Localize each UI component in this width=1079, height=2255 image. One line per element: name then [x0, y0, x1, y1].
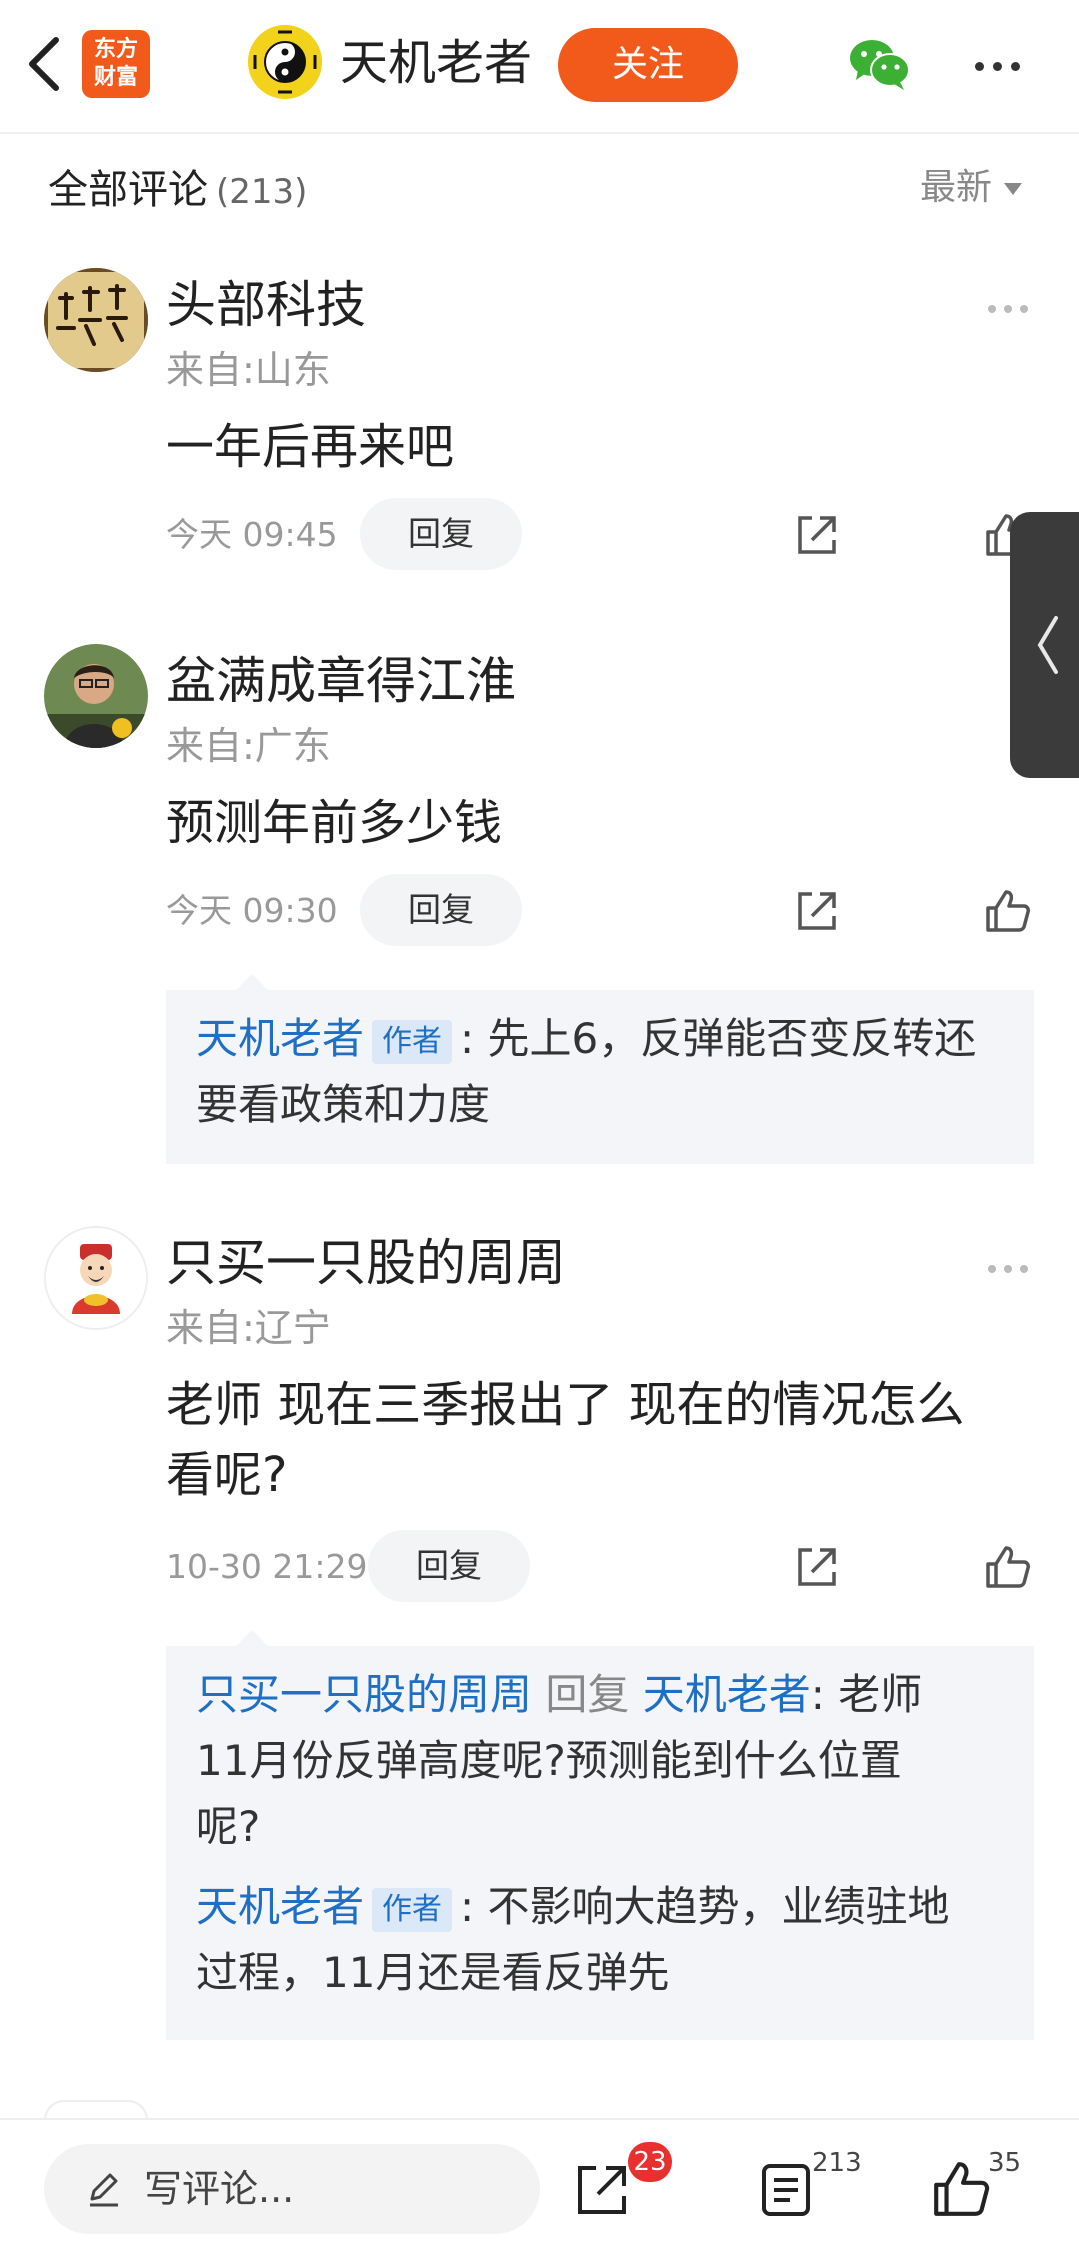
- author-avatar[interactable]: [248, 25, 322, 99]
- comment-more-icon[interactable]: [988, 1258, 1036, 1277]
- comment-author-name[interactable]: 只买一只股的周周: [166, 1230, 566, 1296]
- sort-label: 最新: [920, 167, 993, 208]
- reply-target-name[interactable]: 天机老者: [643, 1670, 811, 1719]
- comment-location: 来自:广东: [166, 724, 331, 768]
- fortune-god-avatar-image: [46, 1228, 146, 1328]
- pen-icon: [90, 2173, 118, 2207]
- chevron-left-icon: [1037, 616, 1058, 674]
- share-icon[interactable]: [792, 886, 842, 936]
- bottom-action-bar: 写评论... 23 213 35: [0, 2118, 1079, 2255]
- reply-thread: 只买一只股的周周 回复 天机老者: 老师 11月份反弹高度呢?预测能到什么位置 …: [166, 1630, 1034, 2040]
- reply-text-cont: 过程，11月还是看反弹先: [196, 1948, 670, 1997]
- share-count-badge: 23: [628, 2142, 672, 2182]
- all-comments-title: 全部评论 (213): [48, 162, 307, 220]
- reply-colon: :: [460, 1014, 488, 1063]
- reply-text-cont: 要看政策和力度: [196, 1080, 491, 1129]
- all-comments-label: 全部评论: [48, 167, 208, 213]
- avatar[interactable]: [44, 1226, 148, 1330]
- wechat-share-icon[interactable]: [848, 36, 912, 92]
- share-icon[interactable]: [572, 2160, 632, 2220]
- reply-text-line3: 呢?: [196, 1802, 261, 1851]
- comment-text-line1: 老师 现在三季报出了 现在的情况怎么: [166, 1377, 965, 1433]
- reply-button[interactable]: 回复: [368, 1530, 530, 1602]
- comment-time: 今天 09:30: [166, 891, 338, 930]
- reply-text: 先上6，反弹能否变反转还: [487, 1014, 977, 1063]
- comment-text: 一年后再来吧: [166, 419, 455, 475]
- author-tag-badge: 作者: [372, 1887, 453, 1932]
- like-icon[interactable]: [982, 1542, 1032, 1592]
- comment-count: (213): [216, 172, 308, 212]
- app-logo[interactable]: 东方 财富: [82, 30, 150, 98]
- top-header: 东方 财富 天机老者 关注: [0, 0, 1079, 134]
- triangle-down-icon: [1004, 183, 1023, 195]
- like-icon[interactable]: [930, 2158, 992, 2220]
- author-tag-badge: 作者: [372, 1019, 453, 1064]
- comment-text: 老师 现在三季报出了 现在的情况怎么 看呢?: [166, 1370, 1036, 1510]
- avatar[interactable]: [44, 268, 148, 372]
- reply-author-name[interactable]: 只买一只股的周周: [196, 1670, 532, 1719]
- reply-author-name[interactable]: 天机老者: [196, 1014, 364, 1063]
- like-icon[interactable]: [982, 886, 1032, 936]
- yin-yang-icon: [248, 25, 322, 99]
- share-icon[interactable]: [792, 1542, 842, 1592]
- app-logo-text: 东方 财富: [93, 37, 138, 90]
- more-options-icon[interactable]: [975, 56, 1031, 71]
- comment-text: 预测年前多少钱: [166, 795, 503, 851]
- reply-colon: :: [460, 1882, 488, 1931]
- sort-dropdown[interactable]: 最新: [920, 160, 1023, 216]
- comment-count-label: 213: [812, 2148, 862, 2178]
- reply-button[interactable]: 回复: [360, 874, 522, 946]
- reply-text-line2: 11月份反弹高度呢?预测能到什么位置: [196, 1736, 902, 1785]
- side-panel-tab[interactable]: [1010, 512, 1079, 778]
- reply-thread: 天机老者 作者: 先上6，反弹能否变反转还 要看政策和力度: [166, 974, 1034, 1164]
- author-reply[interactable]: 天机老者 作者: 不影响大趋势，业绩驻地 过程，11月还是看反弹先: [196, 1874, 1004, 2006]
- comment-location: 来自:山东: [166, 348, 331, 392]
- write-comment-placeholder: 写评论...: [144, 2167, 295, 2211]
- reply-colon: :: [810, 1670, 839, 1719]
- share-icon[interactable]: [792, 510, 842, 560]
- comment-text-line2: 看呢?: [166, 1447, 288, 1503]
- author-reply[interactable]: 天机老者 作者: 先上6，反弹能否变反转还 要看政策和力度: [196, 1006, 1004, 1138]
- back-arrow-icon[interactable]: [22, 34, 66, 94]
- calligraphy-avatar-image: [44, 268, 148, 372]
- reply-text: 不影响大趋势，业绩驻地: [487, 1882, 950, 1931]
- follow-button[interactable]: 关注: [558, 28, 738, 102]
- author-name[interactable]: 天机老者: [340, 30, 532, 96]
- comment-time: 10-30 21:29: [166, 1547, 368, 1586]
- photo-avatar-image: [44, 644, 148, 748]
- comment-location: 来自:辽宁: [166, 1306, 331, 1350]
- next-comment-avatar-partial: [44, 2100, 148, 2120]
- comment-more-icon[interactable]: [988, 298, 1036, 317]
- write-comment-input[interactable]: 写评论...: [44, 2144, 540, 2234]
- avatar[interactable]: [44, 644, 148, 748]
- comment-author-name[interactable]: 盆满成章得江淮: [166, 648, 516, 714]
- comment-list-icon[interactable]: [756, 2160, 816, 2220]
- reply-word: 回复: [545, 1670, 630, 1719]
- comment-time: 今天 09:45: [166, 515, 338, 554]
- reply-text: 老师: [838, 1670, 923, 1719]
- reply-button[interactable]: 回复: [360, 498, 522, 570]
- comment-author-name[interactable]: 头部科技: [166, 272, 366, 338]
- like-count-label: 35: [988, 2148, 1022, 2178]
- reply-author-name[interactable]: 天机老者: [196, 1882, 364, 1931]
- user-reply[interactable]: 只买一只股的周周 回复 天机老者: 老师 11月份反弹高度呢?预测能到什么位置 …: [196, 1662, 1004, 1860]
